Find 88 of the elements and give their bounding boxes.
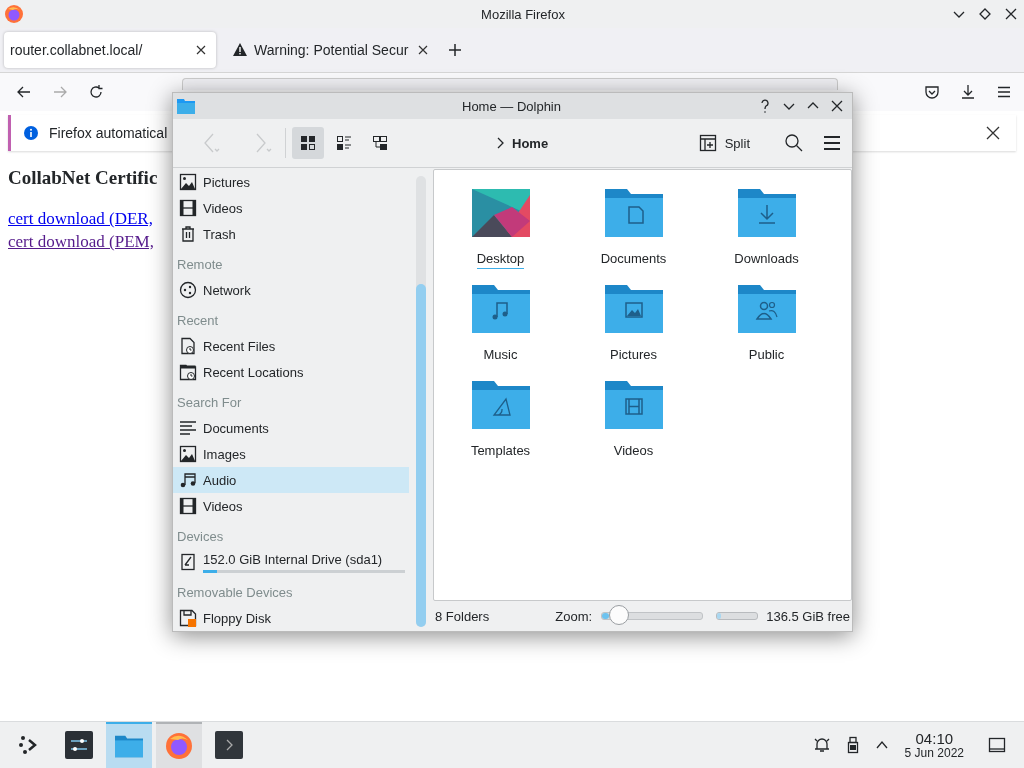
show-desktop-icon[interactable] xyxy=(988,736,1006,754)
help-icon[interactable] xyxy=(758,99,772,113)
sidebar-item[interactable]: 152.0 GiB Internal Drive (sda1) xyxy=(173,549,409,575)
info-icon xyxy=(23,125,39,141)
section-heading: Remote xyxy=(176,256,224,274)
sidebar-item[interactable]: Floppy Disk xyxy=(173,605,409,631)
sidebar-item[interactable]: Recent Files xyxy=(173,333,409,359)
network-icon xyxy=(179,281,197,299)
documents-icon xyxy=(179,419,197,437)
sidebar-item[interactable]: Videos xyxy=(173,493,409,519)
zoom-label: Zoom: xyxy=(555,608,593,624)
reload-icon[interactable] xyxy=(88,84,104,100)
terminal-icon xyxy=(215,731,243,759)
section-heading: Recent xyxy=(176,312,220,330)
folder-name[interactable]: Desktop xyxy=(476,251,525,269)
pocket-icon[interactable] xyxy=(924,84,940,100)
audio-icon xyxy=(179,471,197,489)
close-icon[interactable] xyxy=(418,45,428,55)
drive-icon xyxy=(179,553,197,571)
trash-icon xyxy=(179,225,197,243)
section-heading: Devices xyxy=(176,528,225,546)
sidebar-item[interactable]: Recent Locations xyxy=(173,359,409,385)
view-mode-button[interactable] xyxy=(292,127,324,159)
list-icon xyxy=(335,134,353,152)
recent-files-icon xyxy=(179,337,197,355)
pictures-icon xyxy=(179,445,197,463)
menu-icon[interactable] xyxy=(996,84,1012,100)
new-tab-icon[interactable] xyxy=(448,43,462,57)
folder-name[interactable]: Documents xyxy=(600,251,667,268)
folder-name[interactable]: Pictures xyxy=(610,347,657,364)
browser-tab[interactable]: router.collabnet.local/ xyxy=(4,32,216,68)
close-icon[interactable] xyxy=(1004,7,1018,21)
recent-locations-icon xyxy=(179,363,197,381)
clock[interactable]: 04:10 5 Jun 2022 xyxy=(904,730,964,760)
folder-name[interactable]: Public xyxy=(748,347,785,364)
search-icon[interactable] xyxy=(784,133,804,153)
window-title: Mozilla Firefox xyxy=(480,6,565,22)
videos-icon xyxy=(179,497,197,515)
breadcrumb-item[interactable]: Home xyxy=(512,135,549,151)
settings-icon xyxy=(65,731,93,759)
close-icon[interactable] xyxy=(986,126,1000,140)
tab-label: Warning: Potential Secur xyxy=(254,42,410,58)
folder-name[interactable]: Videos xyxy=(613,443,654,460)
page-heading: CollabNet Certific xyxy=(8,167,158,189)
sidebar-item[interactable]: Trash xyxy=(173,221,409,247)
usb-drive-icon[interactable] xyxy=(846,736,859,754)
close-icon[interactable] xyxy=(830,99,844,113)
sidebar-item[interactable]: Images xyxy=(173,441,409,467)
browser-tab[interactable]: Warning: Potential Secur xyxy=(226,32,438,68)
zoom-slider[interactable] xyxy=(600,605,705,627)
sidebar-item[interactable]: Audio xyxy=(173,467,409,493)
back-icon[interactable] xyxy=(16,84,32,100)
sidebar-item[interactable]: Pictures xyxy=(173,169,409,195)
sidebar-item[interactable]: Documents xyxy=(173,415,409,441)
split-button[interactable]: Split xyxy=(692,127,756,159)
notification-text: Firefox automatical xyxy=(49,125,168,141)
scrollbar-thumb[interactable] xyxy=(416,284,426,627)
firefox-logo-icon xyxy=(4,4,24,24)
tree-icon xyxy=(371,134,389,152)
notification-bell-icon[interactable] xyxy=(812,736,831,754)
download-link[interactable]: cert download (PEM, xyxy=(8,230,154,253)
tab-label: router.collabnet.local/ xyxy=(10,42,144,58)
chevron-icon xyxy=(496,137,504,149)
folder-name[interactable]: Downloads xyxy=(734,251,799,268)
section-heading: Removable Devices xyxy=(176,584,294,602)
close-icon[interactable] xyxy=(196,45,206,55)
grid-icon xyxy=(299,134,317,152)
sidebar-item[interactable]: Videos xyxy=(173,195,409,221)
pictures-icon xyxy=(179,173,197,191)
firefox-logo-icon xyxy=(165,732,193,760)
videos-icon xyxy=(179,199,197,217)
section-heading: Search For xyxy=(176,394,243,412)
slider-fill xyxy=(602,613,610,619)
free-space-text: 136.5 GiB free xyxy=(766,608,850,624)
menu-icon[interactable] xyxy=(822,133,842,153)
window-title: Home — Dolphin xyxy=(461,98,561,114)
folder-name[interactable]: Music xyxy=(483,347,518,364)
maximize-icon[interactable] xyxy=(978,7,992,21)
split-view-icon xyxy=(698,134,717,152)
status-text: 8 Folders xyxy=(435,608,490,624)
download-link[interactable]: cert download (DER, xyxy=(8,207,153,230)
floppy-icon xyxy=(179,609,197,627)
warning-icon xyxy=(232,42,248,58)
slider-thumb[interactable] xyxy=(609,605,630,625)
sidebar-item[interactable]: Network xyxy=(173,277,409,303)
download-icon[interactable] xyxy=(960,84,976,100)
folder-name[interactable]: Templates xyxy=(470,443,531,460)
folder-icon xyxy=(177,98,195,114)
